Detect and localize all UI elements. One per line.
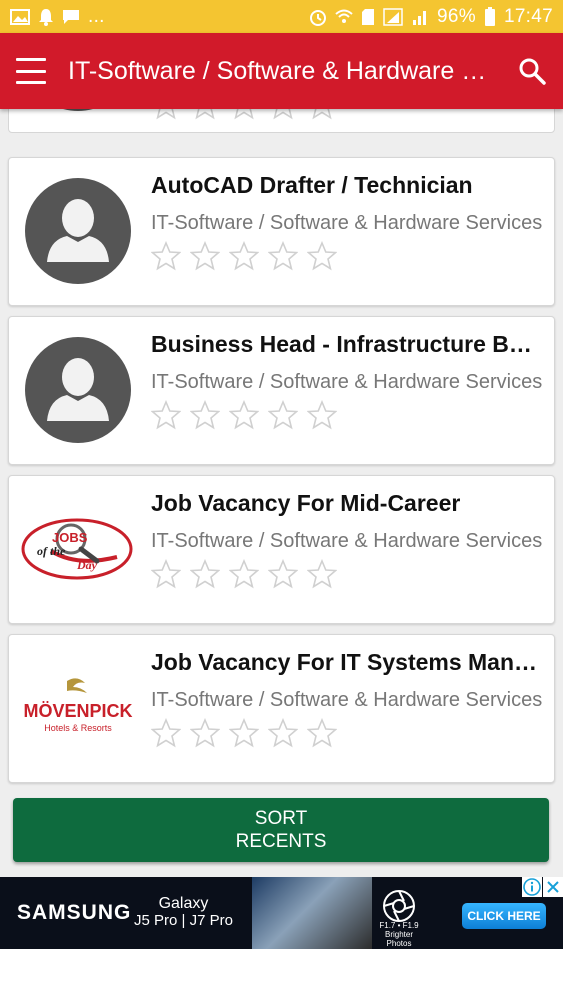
star-icon[interactable] [151,109,181,120]
search-icon[interactable] [517,56,547,86]
aperture-icon [383,890,415,922]
ad-aperture-values: F1.7 • F1.9 [379,921,419,930]
star-icon[interactable] [190,559,220,589]
ad-model-line2: J5 Pro | J7 Pro [134,912,233,929]
sim-card-icon [361,8,375,26]
star-icon[interactable] [151,559,181,589]
more-notifications-indicator: ... [88,5,105,27]
job-list[interactable]: AutoCAD Drafter / Technician IT-Software… [0,109,563,877]
job-title[interactable]: Job Vacancy For IT Systems Manager [151,649,544,676]
sort-button-line1: SORT [254,808,308,829]
avatar-partial [63,109,93,111]
signal-icon-1 [383,7,403,26]
signal-icon-2 [411,8,429,26]
bottom-spacer [0,949,563,1000]
movenpick-logo: MÖVENPICK Hotels & Resorts [21,651,135,765]
ad-aperture-text: F1.7 • F1.9 Brighter Photos [373,921,425,948]
ad-brand: SAMSUNG [17,901,132,924]
bell-notification-icon [38,8,54,26]
logo-text-day: Day [76,558,98,572]
job-title[interactable]: Business Head - Infrastructure Business [151,331,544,358]
movenpick-logo-icon: MÖVENPICK Hotels & Resorts [23,678,133,733]
status-bar: ... 96% 17:47 [0,0,563,33]
star-icon[interactable] [268,241,298,271]
job-category: IT-Software / Software & Hardware Servic… [151,371,543,393]
job-card-partial[interactable] [8,109,555,133]
alarm-icon [309,8,327,26]
job-card[interactable]: MÖVENPICK Hotels & Resorts Job Vacancy F… [8,634,555,783]
sort-button-line2: RECENTS [235,831,327,852]
star-icon[interactable] [307,109,337,120]
logo-text-jobs: JOBS [52,530,88,545]
star-icon[interactable] [151,241,181,271]
star-icon[interactable] [151,718,181,748]
ad-click-here-button[interactable]: CLICK HERE [462,903,546,929]
logo-text-hotels-resorts: Hotels & Resorts [44,723,112,733]
job-title[interactable]: Job Vacancy For Mid-Career [151,490,544,517]
app-bar: IT-Software / Software & Hardware Servic… [0,33,563,109]
logo-text-movenpick: MÖVENPICK [23,701,132,721]
rating-stars[interactable] [151,718,544,748]
ad-close-icon[interactable] [543,877,563,897]
avatar [21,174,135,288]
job-category: IT-Software / Software & Hardware Servic… [151,212,543,234]
star-icon[interactable] [268,559,298,589]
default-avatar-icon [25,337,131,443]
job-title[interactable]: AutoCAD Drafter / Technician [151,172,544,199]
job-info: Job Vacancy For Mid-Career IT-Software /… [151,490,544,589]
star-icon[interactable] [190,109,220,120]
star-icon[interactable] [229,559,259,589]
star-icon[interactable] [190,241,220,271]
job-info: Business Head - Infrastructure Business … [151,331,544,430]
jobs-of-the-day-logo-icon: JOBS of the Day [21,518,133,580]
avatar [21,333,135,447]
job-info: AutoCAD Drafter / Technician IT-Software… [151,172,544,271]
app-screen: ... 96% 17:47 IT-Software / Software & H… [0,0,563,1000]
rating-stars-partial[interactable] [151,109,337,120]
job-card[interactable]: Business Head - Infrastructure Business … [8,316,555,465]
ad-phone-image [252,877,372,949]
gallery-notification-icon [10,8,30,25]
rating-stars[interactable] [151,400,544,430]
star-icon[interactable] [268,400,298,430]
clock: 17:47 [503,5,553,27]
battery-percent: 96% [437,5,476,27]
star-icon[interactable] [229,241,259,271]
ad-model: Galaxy J5 Pro | J7 Pro [134,895,233,929]
battery-icon [484,6,496,27]
sort-recents-button[interactable]: SORT RECENTS [13,798,549,862]
job-card[interactable]: AutoCAD Drafter / Technician IT-Software… [8,157,555,306]
star-icon[interactable] [268,109,298,120]
star-icon[interactable] [307,400,337,430]
hamburger-menu-icon[interactable] [16,58,46,84]
star-icon[interactable] [229,109,259,120]
status-bar-right: 96% 17:47 [309,6,553,28]
star-icon[interactable] [229,400,259,430]
job-card[interactable]: JOBS of the Day Job Vacancy For Mid-Care… [8,475,555,624]
ad-tagline: Brighter Photos [384,930,413,948]
star-icon[interactable] [307,559,337,589]
star-icon[interactable] [190,718,220,748]
status-bar-left: ... [10,6,105,28]
star-icon[interactable] [151,400,181,430]
logo-text-of-the: of the [37,544,66,558]
page-title: IT-Software / Software & Hardware Servic… [68,56,488,85]
ad-info-icon[interactable] [522,877,542,897]
star-icon[interactable] [307,718,337,748]
job-category: IT-Software / Software & Hardware Servic… [151,689,543,711]
ad-model-line1: Galaxy [158,895,209,912]
rating-stars[interactable] [151,241,544,271]
star-icon[interactable] [229,718,259,748]
wifi-icon [335,9,353,25]
star-icon[interactable] [268,718,298,748]
default-avatar-icon [25,178,131,284]
ad-banner[interactable]: SAMSUNG Galaxy J5 Pro | J7 Pro F1.7 • F1… [0,877,563,949]
message-notification-icon [62,9,80,25]
rating-stars[interactable] [151,559,544,589]
star-icon[interactable] [190,400,220,430]
job-info: Job Vacancy For IT Systems Manager IT-So… [151,649,544,748]
star-icon[interactable] [307,241,337,271]
jobs-of-the-day-logo: JOBS of the Day [21,492,135,606]
job-category: IT-Software / Software & Hardware Servic… [151,530,543,552]
